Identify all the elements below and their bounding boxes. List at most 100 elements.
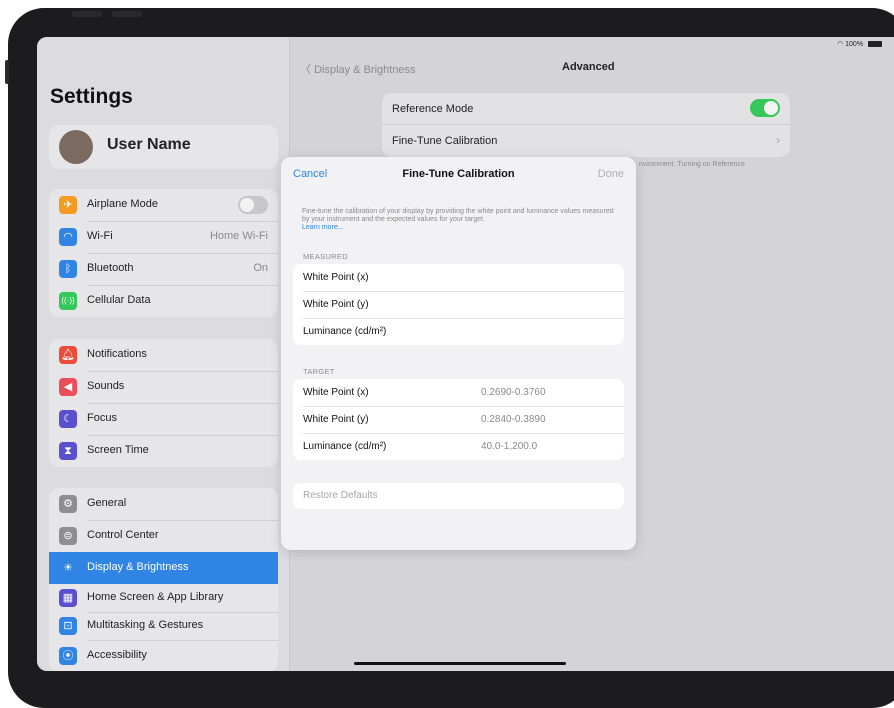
top-button: [72, 11, 102, 17]
nav-title: Advanced: [562, 61, 615, 73]
measured-white-point-x-row[interactable]: White Point (x): [293, 264, 624, 291]
accessibility-icon: ⦿: [59, 647, 77, 665]
sidebar-item-label: Wi-Fi: [87, 230, 113, 242]
wifi-status-icon: ◠: [837, 41, 844, 48]
cellular-icon: ((·)): [59, 292, 77, 310]
measured-group: White Point (x) White Point (y) Luminanc…: [293, 264, 624, 345]
field-label: White Point (x): [303, 272, 369, 283]
sidebar-item-bluetooth[interactable]: ᛒ Bluetooth On: [49, 253, 278, 285]
field-label: White Point (y): [303, 414, 369, 425]
sidebar-item-display-brightness[interactable]: ☀ Display & Brightness: [49, 552, 278, 584]
user-profile-card[interactable]: User Name: [49, 125, 278, 169]
sidebar-item-notifications[interactable]: 🔔︎ Notifications: [49, 339, 278, 371]
sidebar-item-label: Cellular Data: [87, 294, 151, 306]
restore-defaults-button[interactable]: Restore Defaults: [293, 483, 624, 509]
sidebar-item-label: Screen Time: [87, 444, 149, 456]
fine-tune-calibration-row[interactable]: Fine-Tune Calibration ›: [382, 125, 790, 157]
done-button[interactable]: Done: [598, 168, 624, 180]
sidebar-item-label: Home Screen & App Library: [87, 591, 224, 603]
learn-more-link[interactable]: Learn more...: [302, 224, 344, 231]
field-label: White Point (x): [303, 387, 369, 398]
sidebar-item-label: Sounds: [87, 380, 125, 392]
wifi-icon: ◠: [59, 228, 77, 246]
sidebar-item-accessibility[interactable]: ⦿ Accessibility: [49, 640, 278, 671]
target-luminance-input[interactable]: 40.0-1,200.0: [481, 441, 537, 452]
fine-tune-calibration-modal: Fine-Tune Calibration Cancel Done Fine-t…: [281, 157, 636, 550]
advanced-settings-group: Reference Mode Fine-Tune Calibration ›: [382, 93, 790, 157]
bluetooth-icon: ᛒ: [59, 260, 77, 278]
cancel-button[interactable]: Cancel: [293, 168, 327, 180]
sidebar-item-airplane-mode[interactable]: ✈ Airplane Mode: [49, 189, 278, 221]
gear-icon: ⚙: [59, 495, 77, 513]
reference-mode-toggle[interactable]: [750, 99, 780, 117]
sidebar-item-general[interactable]: ⚙ General: [49, 488, 278, 520]
reference-mode-footer: nvironment. Turning on Reference: [639, 161, 745, 168]
avatar: [59, 130, 93, 164]
status-bar: ◠ 100%: [837, 40, 882, 48]
target-white-point-x-input[interactable]: 0.2690-0.3760: [481, 387, 546, 398]
target-section-header: TARGET: [303, 367, 335, 376]
modal-description: Fine-tune the calibration of your displa…: [302, 208, 618, 232]
target-luminance-row[interactable]: Luminance (cd/m²) 40.0-1,200.0: [293, 433, 624, 460]
settings-title: Settings: [50, 85, 133, 108]
sidebar-item-screen-time[interactable]: ⧗ Screen Time: [49, 435, 278, 467]
multitask-icon: ⊡: [59, 617, 77, 635]
sidebar-item-label: General: [87, 497, 127, 509]
battery-icon: [868, 41, 882, 48]
sun-icon: ☀: [59, 559, 77, 577]
field-label: White Point (y): [303, 299, 369, 310]
measured-section-header: MEASURED: [303, 252, 348, 261]
user-name: User Name: [107, 136, 191, 153]
top-button-2: [112, 11, 142, 17]
airplane-icon: ✈: [59, 196, 77, 214]
sidebar-item-label: Accessibility: [87, 649, 147, 661]
fine-tune-label: Fine-Tune Calibration: [392, 135, 498, 147]
field-label: Luminance (cd/m²): [303, 441, 387, 452]
sidebar-item-multitasking[interactable]: ⊡ Multitasking & Gestures: [49, 612, 278, 640]
sidebar-item-wifi[interactable]: ◠ Wi-Fi Home Wi-Fi: [49, 221, 278, 253]
reference-mode-label: Reference Mode: [392, 103, 474, 115]
sidebar-item-focus[interactable]: ☾ Focus: [49, 403, 278, 435]
battery-percent: 100%: [845, 41, 864, 48]
bell-icon: 🔔︎: [59, 346, 77, 364]
sidebar-item-sounds[interactable]: ◀ Sounds: [49, 371, 278, 403]
reference-mode-row[interactable]: Reference Mode: [382, 93, 790, 125]
sidebar-item-label: Focus: [87, 412, 117, 424]
settings-sidebar: Settings User Name ✈ Airplane Mode ◠ Wi-…: [37, 37, 289, 671]
measured-white-point-y-row[interactable]: White Point (y): [293, 291, 624, 318]
sidebar-item-label: Display & Brightness: [87, 561, 189, 573]
sidebar-item-label: Bluetooth: [87, 262, 134, 274]
chevron-left-icon: 〈: [300, 64, 311, 76]
sidebar-item-home-screen[interactable]: ▦ Home Screen & App Library: [49, 584, 278, 612]
sidebar-item-cellular-data[interactable]: ((·)) Cellular Data: [49, 285, 278, 317]
wifi-value: Home Wi-Fi: [209, 230, 268, 242]
back-button[interactable]: 〈 Display & Brightness: [300, 61, 416, 77]
hourglass-icon: ⧗: [59, 442, 77, 460]
sidebar-item-control-center[interactable]: ⊜ Control Center: [49, 520, 278, 552]
airplane-mode-toggle[interactable]: [238, 196, 268, 214]
grid-icon: ▦: [59, 589, 77, 607]
target-white-point-y-row[interactable]: White Point (y) 0.2840-0.3890: [293, 406, 624, 433]
bluetooth-value: On: [253, 262, 268, 274]
sidebar-item-label: Airplane Mode: [87, 198, 158, 210]
target-group: White Point (x) 0.2690-0.3760 White Poin…: [293, 379, 624, 460]
field-label: Luminance (cd/m²): [303, 326, 387, 337]
sidebar-group-connectivity: ✈ Airplane Mode ◠ Wi-Fi Home Wi-Fi ᛒ Blu…: [49, 189, 278, 317]
sidebar-group-general: ⚙ General ⊜ Control Center ☀ Display & B…: [49, 488, 278, 671]
measured-luminance-row[interactable]: Luminance (cd/m²): [293, 318, 624, 345]
modal-title: Fine-Tune Calibration: [402, 168, 515, 180]
sidebar-item-label: Notifications: [87, 348, 147, 360]
speaker-icon: ◀: [59, 378, 77, 396]
target-white-point-x-row[interactable]: White Point (x) 0.2690-0.3760: [293, 379, 624, 406]
side-button: [5, 60, 9, 84]
sidebar-item-label: Control Center: [87, 529, 159, 541]
home-indicator[interactable]: [354, 662, 566, 665]
description-text: Fine-tune the calibration of your displa…: [302, 208, 614, 223]
sidebar-group-notifications: 🔔︎ Notifications ◀ Sounds ☾ Focus ⧗ Scre…: [49, 339, 278, 467]
restore-defaults-label: Restore Defaults: [303, 490, 378, 501]
sidebar-item-label: Multitasking & Gestures: [87, 619, 204, 631]
chevron-right-icon: ›: [776, 133, 780, 147]
back-label: Display & Brightness: [314, 64, 416, 76]
target-white-point-y-input[interactable]: 0.2840-0.3890: [481, 414, 546, 425]
moon-icon: ☾: [59, 410, 77, 428]
